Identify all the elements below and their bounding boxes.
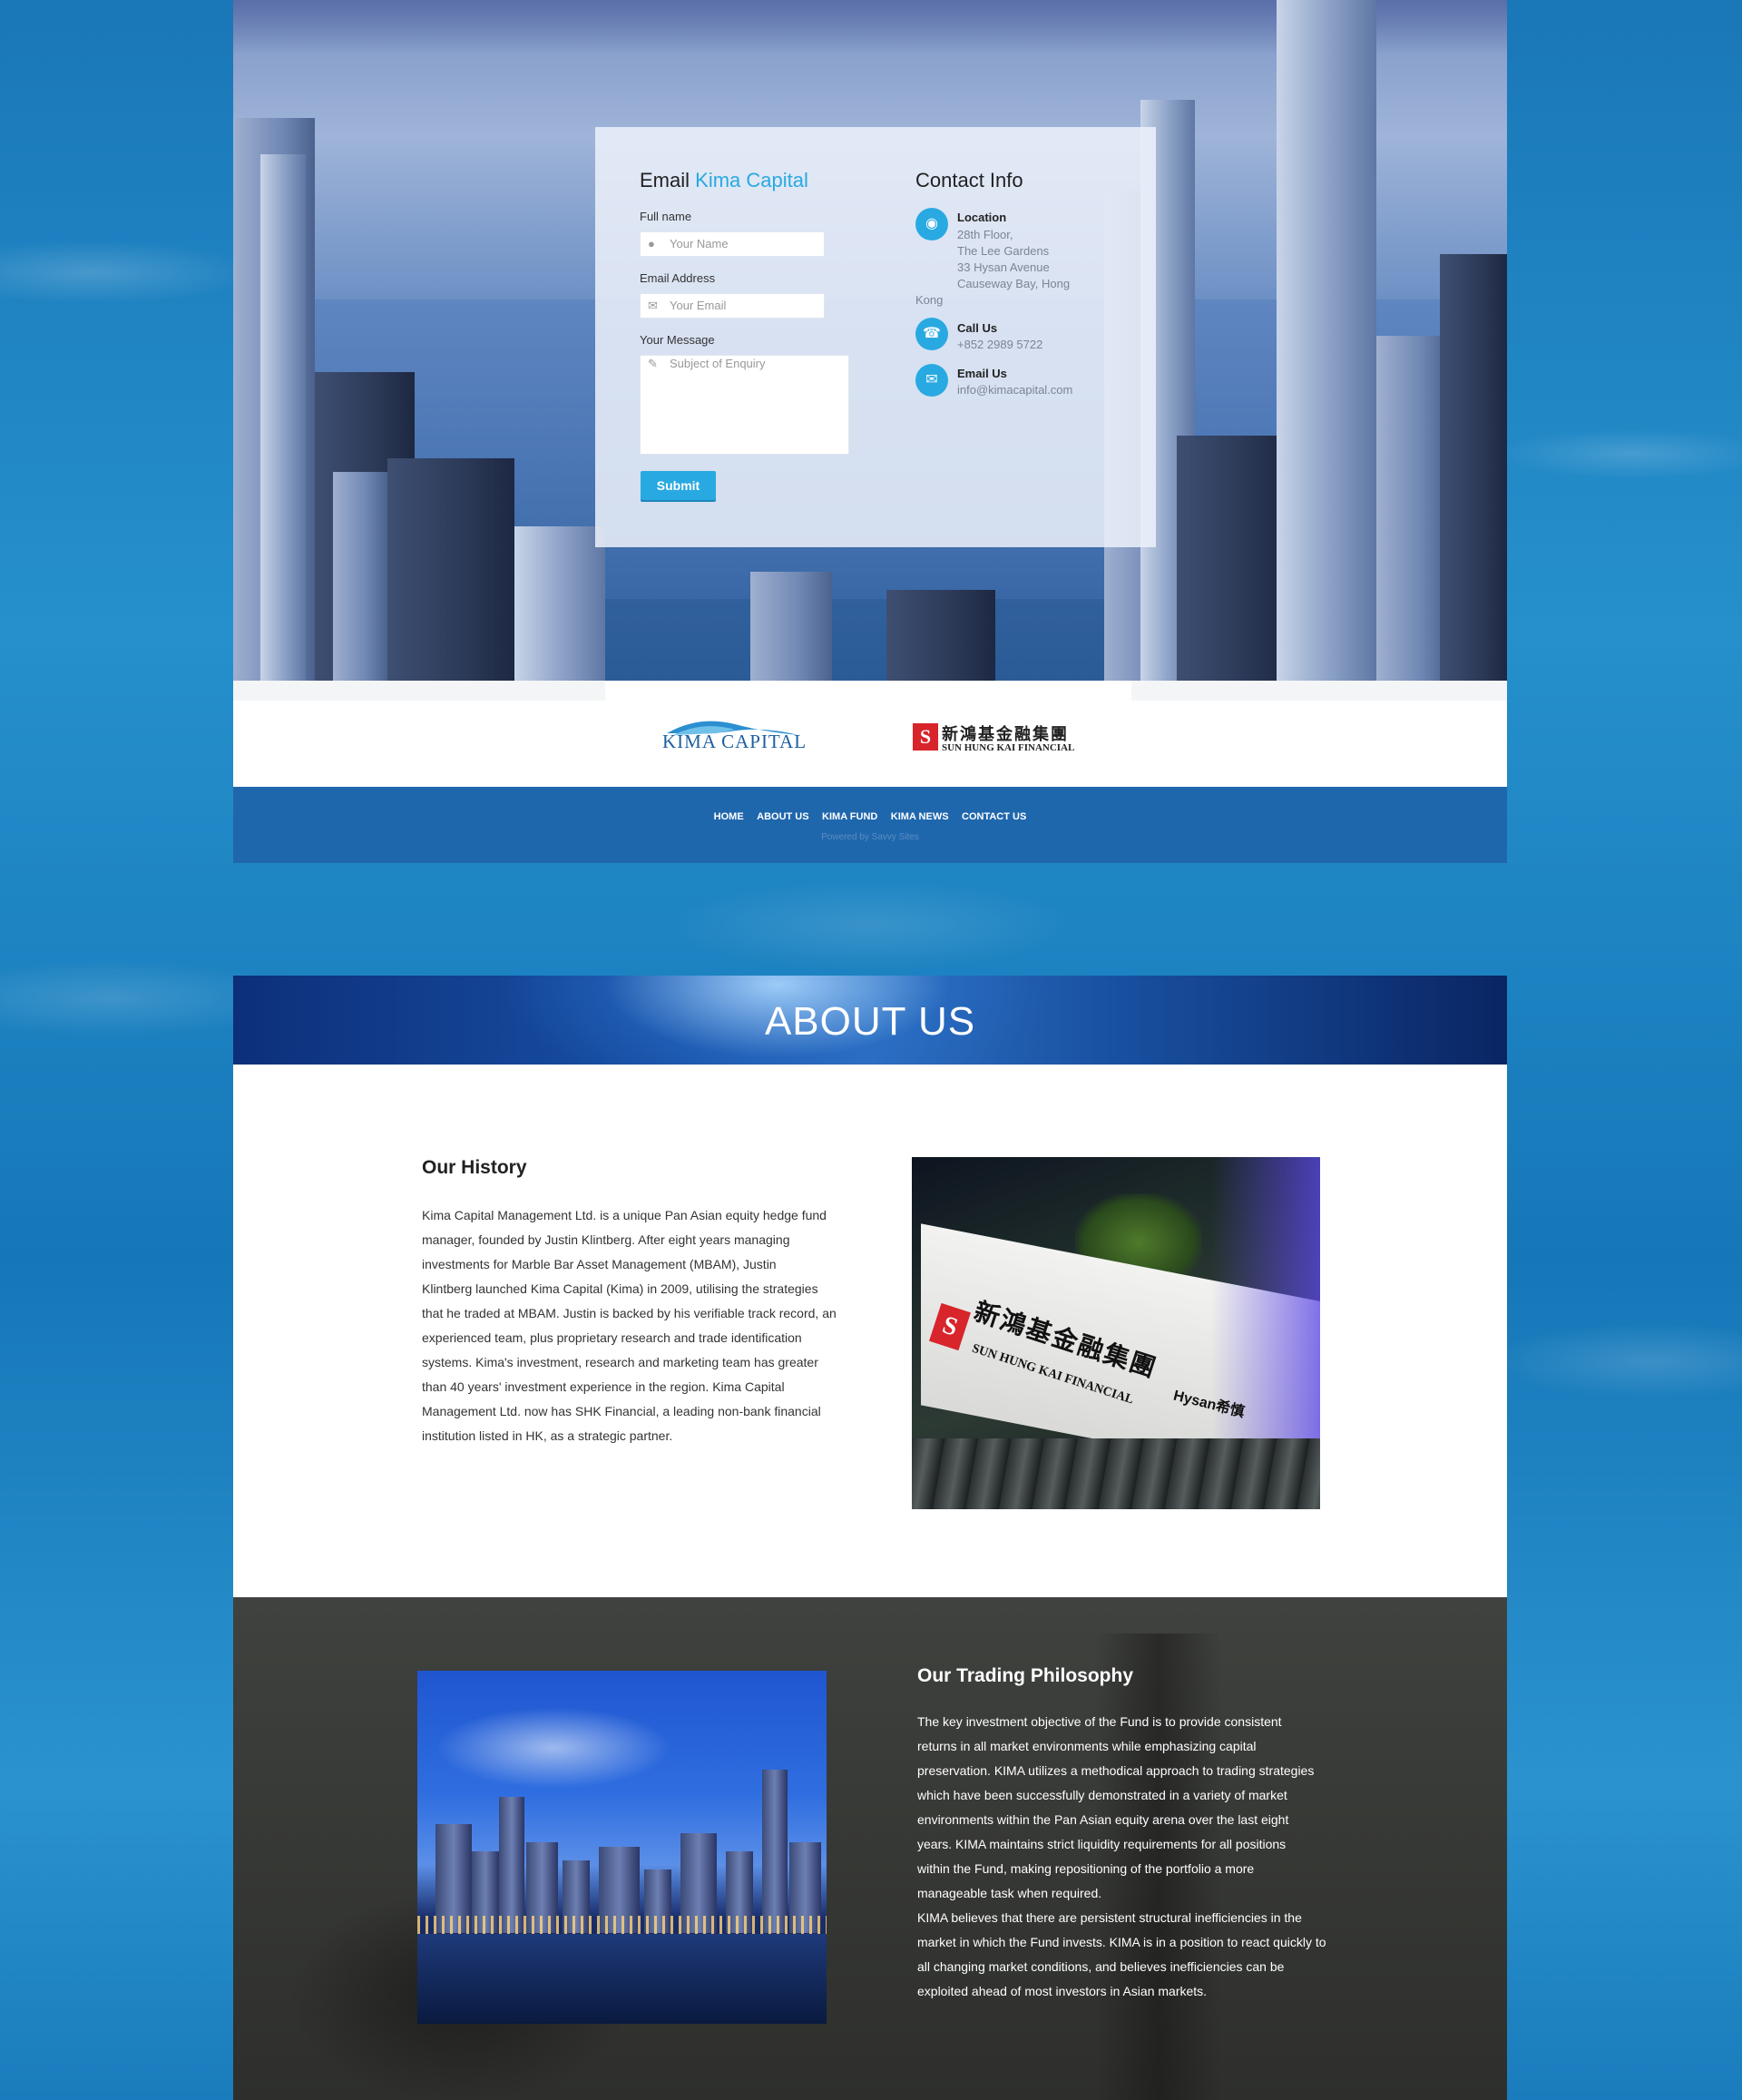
title-brand: Kima Capital [695, 169, 808, 191]
history-line: than 40 years' investment experience in … [422, 1379, 785, 1394]
email-us-heading: Email Us [957, 367, 1007, 380]
philosophy-line: manageable task when required. [917, 1886, 1102, 1900]
philosophy-title: Our Trading Philosophy [917, 1665, 1134, 1686]
city-lights [417, 1916, 827, 1934]
location-pin-icon: ◉ [915, 208, 948, 240]
cloud [436, 1707, 671, 1789]
pencil-icon: ✎ [648, 357, 658, 370]
fullname-label: Full name [640, 210, 692, 223]
email-form-title: Email Kima Capital [640, 169, 808, 192]
philosophy-line: years. KIMA maintains strict liquidity r… [917, 1837, 1287, 1851]
footer-link-fund[interactable]: KIMA FUND [822, 811, 877, 822]
philosophy-line: environments within the Pan Asian equity… [917, 1812, 1289, 1827]
shk-logo-mark: S [913, 723, 938, 751]
footer-link-home[interactable]: HOME [714, 811, 744, 822]
history-line: Management Ltd. now has SHK Financial, a… [422, 1404, 821, 1418]
message-placeholder: Subject of Enquiry [670, 357, 766, 370]
history-line: that he traded at MBAM. Justin is backed… [422, 1306, 837, 1320]
history-line: systems. Kima's investment, research and… [422, 1355, 818, 1369]
envelope-icon: ✉ [915, 364, 948, 397]
site-footer: HOME ABOUT US KIMA FUND KIMA NEWS CONTAC… [233, 787, 1507, 863]
phone-icon: ☎ [915, 318, 948, 350]
location-heading: Location [957, 211, 1007, 224]
powered-by[interactable]: Powered by Savvy Sites [233, 832, 1507, 842]
title-prefix: Email [640, 169, 690, 191]
address-line: Causeway Bay, Hong [957, 277, 1071, 290]
history-line: institution listed in HK, as a strategic… [422, 1428, 673, 1443]
call-heading: Call Us [957, 321, 998, 335]
email-link[interactable]: info@kimacapital.com [957, 382, 1072, 398]
address-line: Kong [915, 293, 944, 307]
philosophy-line: KIMA believes that there are persistent … [917, 1910, 1302, 1925]
address-line: The Lee Gardens [957, 244, 1050, 258]
phone-number[interactable]: +852 2989 5722 [957, 337, 1042, 353]
bank-of-china-tower [499, 1797, 524, 1933]
philosophy-line: which have been successfully demonstrate… [917, 1788, 1287, 1802]
email-input[interactable]: ✉ Your Email [640, 293, 825, 319]
history-title: Our History [422, 1157, 527, 1178]
building [1376, 336, 1449, 681]
email-label: Email Address [640, 271, 716, 285]
history-line: experienced team, plus proprietary resea… [422, 1330, 802, 1345]
building [514, 526, 605, 681]
fullname-input[interactable]: ● Your Name [640, 231, 825, 257]
email-placeholder: Your Email [670, 299, 727, 312]
shk-building-photo: S 新鴻基金融集團 SUN HUNG KAI FINANCIAL Hysan希慎 [912, 1157, 1320, 1509]
philosophy-line: all changing market conditions, and beli… [917, 1959, 1285, 1974]
footer-nav: HOME ABOUT US KIMA FUND KIMA NEWS CONTAC… [233, 808, 1507, 824]
location-address: 28th Floor, The Lee Gardens 33 Hysan Ave… [957, 227, 1070, 292]
philosophy-text: The key investment objective of the Fund… [917, 1710, 1344, 2004]
contact-info-title: Contact Info [915, 169, 1023, 191]
tower-ifc [1277, 0, 1376, 681]
address-line: 33 Hysan Avenue [957, 260, 1050, 274]
building [333, 472, 387, 681]
shk-logo-en[interactable]: SUN HUNG KAI FINANCIAL [942, 742, 1074, 753]
building [387, 458, 514, 681]
user-icon: ● [648, 237, 655, 250]
history-text: Kima Capital Management Ltd. is a unique… [422, 1203, 848, 1448]
philosophy-line: market in which the Fund invests. KIMA i… [917, 1935, 1326, 1949]
history-line: investments for Marble Bar Asset Managem… [422, 1257, 777, 1271]
building [1177, 436, 1286, 681]
history-line: manager, founded by Justin Klintberg. Af… [422, 1232, 790, 1247]
hk-skyline-photo [417, 1671, 827, 2024]
about-banner: ABOUT US [233, 976, 1507, 1065]
fullname-placeholder: Your Name [670, 237, 729, 250]
envelope-icon: ✉ [648, 299, 658, 312]
message-label: Your Message [640, 333, 715, 347]
philosophy-line: The key investment objective of the Fund… [917, 1714, 1282, 1729]
philosophy-line: preservation. KIMA utilizes a methodical… [917, 1763, 1315, 1778]
footer-link-about[interactable]: ABOUT US [757, 811, 808, 822]
footer-link-contact[interactable]: CONTACT US [962, 811, 1026, 822]
philosophy-line: within the Fund, making repositioning of… [917, 1861, 1255, 1876]
footer-link-news[interactable]: KIMA NEWS [891, 811, 949, 822]
submit-button[interactable]: Submit [641, 471, 716, 500]
philosophy-line: returns in all market environments while… [917, 1739, 1257, 1753]
philosophy-line: exploited ahead of most investors in Asi… [917, 1984, 1208, 1998]
building [750, 572, 832, 681]
address-line: 28th Floor, [957, 228, 1013, 241]
building [1440, 254, 1507, 681]
building [260, 154, 306, 681]
harbour-night [417, 1934, 827, 2024]
kima-logo[interactable]: KIMA CAPITAL [662, 731, 807, 753]
ifc-tower [762, 1770, 788, 1933]
stone-steps [912, 1438, 1320, 1509]
logos-strip-center [605, 681, 1131, 701]
message-textarea[interactable]: ✎ Subject of Enquiry [640, 355, 849, 455]
history-line: Kima Capital Management Ltd. is a unique… [422, 1208, 827, 1222]
page-title: ABOUT US [764, 999, 976, 1044]
history-line: Klintberg launched Kima Capital (Kima) i… [422, 1281, 818, 1296]
building [886, 590, 995, 681]
partner-logos [233, 681, 1507, 787]
